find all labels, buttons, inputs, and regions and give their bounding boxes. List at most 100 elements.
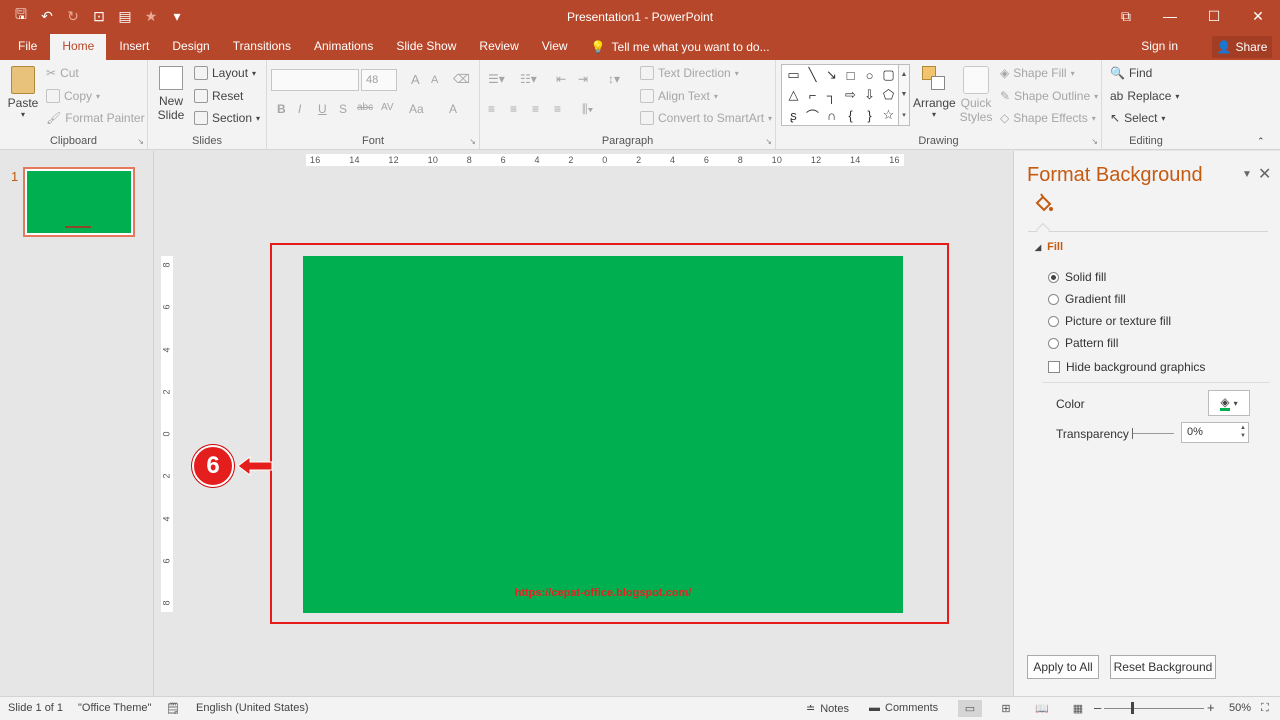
align-right-icon[interactable]: ≡ <box>532 102 539 116</box>
grow-font-icon[interactable]: A <box>411 72 420 87</box>
paste-button[interactable]: Paste ▾ <box>6 66 40 119</box>
oval-shape-icon[interactable]: ○ <box>860 65 879 85</box>
cut-button[interactable]: ✂ Cut <box>46 66 79 80</box>
close-icon[interactable]: ✕ <box>1236 0 1280 32</box>
change-case-button[interactable]: Aa <box>409 102 424 116</box>
format-painter-button[interactable]: 🖌 Format Painter <box>46 111 145 125</box>
convert-smartart-button[interactable]: Convert to SmartArt ▾ <box>640 111 772 125</box>
picture-fill-option[interactable]: Picture or texture fill <box>1048 314 1171 328</box>
ribbon-display-options-icon[interactable]: ⧉ <box>1104 0 1148 32</box>
rounded-rect-shape-icon[interactable]: ▢ <box>879 65 898 85</box>
copy-button[interactable]: Copy ▾ <box>46 89 100 103</box>
gradient-fill-option[interactable]: Gradient fill <box>1048 292 1126 306</box>
shape-outline-button[interactable]: ✎ Shape Outline ▾ <box>1000 89 1098 103</box>
zoom-in-button[interactable]: + <box>1207 700 1215 715</box>
collapse-ribbon-icon[interactable]: ⌃ <box>1257 136 1265 147</box>
quick-styles-button[interactable]: Quick Styles <box>957 66 995 124</box>
section-button[interactable]: Section ▾ <box>194 111 260 125</box>
pattern-fill-radio[interactable] <box>1048 337 1059 349</box>
font-size-box[interactable]: 48 <box>361 69 397 91</box>
clear-formatting-icon[interactable]: ⌫ <box>453 72 470 86</box>
sign-in-link[interactable]: Sign in <box>1141 39 1178 53</box>
tab-slide-show[interactable]: Slide Show <box>386 34 466 60</box>
connector-shape-icon[interactable]: ┐ <box>822 85 841 105</box>
character-spacing-button[interactable]: AV <box>381 102 394 113</box>
tab-design[interactable]: Design <box>162 34 219 60</box>
reset-button[interactable]: Reset <box>194 89 243 103</box>
tab-insert[interactable]: Insert <box>109 34 159 60</box>
proofing-icon[interactable]: 🗒 <box>166 702 180 715</box>
decrease-indent-icon[interactable]: ⇤ <box>556 72 566 86</box>
find-button[interactable]: 🔍 Find <box>1110 66 1152 80</box>
bullets-icon[interactable]: ☰▾ <box>488 72 505 86</box>
tab-home[interactable]: Home <box>50 34 107 60</box>
fill-bucket-icon[interactable] <box>1032 193 1054 215</box>
left-brace-shape-icon[interactable]: { <box>841 105 860 125</box>
scroll-down-icon[interactable]: ▼ <box>901 91 908 98</box>
comments-button[interactable]: ▬ Comments <box>869 702 938 714</box>
slide-sorter-view-icon[interactable]: ⊞ <box>994 700 1018 717</box>
increase-indent-icon[interactable]: ⇥ <box>578 72 588 86</box>
elbow-shape-icon[interactable]: ⌐ <box>803 85 822 105</box>
down-arrow-shape-icon[interactable]: ⇩ <box>860 85 879 105</box>
shadow-button[interactable]: S <box>339 102 347 116</box>
minimize-icon[interactable]: — <box>1148 0 1192 32</box>
curve-shape-icon[interactable]: ⌒ <box>803 105 822 125</box>
more-shapes-icon[interactable]: ▾ <box>902 111 906 119</box>
arc-shape-icon[interactable]: ∩ <box>822 105 841 125</box>
shrink-font-icon[interactable]: A <box>431 74 438 86</box>
solid-fill-option[interactable]: Solid fill <box>1048 270 1106 284</box>
layout-button[interactable]: Layout ▾ <box>194 66 256 80</box>
reading-view-icon[interactable]: 📖 <box>1030 700 1054 717</box>
arrow-line-shape-icon[interactable]: ↘ <box>822 65 841 85</box>
bold-button[interactable]: B <box>277 102 286 116</box>
font-name-box[interactable] <box>271 69 359 91</box>
gradient-fill-radio[interactable] <box>1048 293 1059 305</box>
star-shape-icon[interactable]: ☆ <box>879 105 898 125</box>
right-arrow-shape-icon[interactable]: ⇨ <box>841 85 860 105</box>
numbering-icon[interactable]: ☷▾ <box>520 72 537 86</box>
slide-canvas[interactable]: https://cepat-office.blogspot.com/ <box>303 256 903 613</box>
replace-button[interactable]: ab Replace ▾ <box>1110 89 1179 103</box>
zoom-out-button[interactable]: – <box>1094 700 1101 715</box>
freeform-shape-icon[interactable]: ʂ <box>784 105 803 125</box>
fit-to-window-icon[interactable]: ⛶ <box>1261 702 1269 715</box>
reset-background-button[interactable]: Reset Background <box>1110 655 1216 679</box>
picture-fill-radio[interactable] <box>1048 315 1059 327</box>
tab-file[interactable]: File <box>8 34 47 60</box>
arrange-button[interactable]: Arrange ▾ <box>913 66 956 119</box>
paste-dropdown-icon[interactable]: ▾ <box>6 110 40 119</box>
color-picker-button[interactable]: ◈ ▾ <box>1208 390 1250 416</box>
shapes-gallery[interactable]: ▭ ╲ ↘ □ ○ ▢ △ ⌐ ┐ ⇨ ⇩ ⬠ ʂ ⌒ ∩{} ☆ <box>781 64 899 126</box>
font-launcher-icon[interactable]: ↘ <box>469 137 476 146</box>
tab-view[interactable]: View <box>532 34 578 60</box>
zoom-slider[interactable] <box>1104 702 1204 714</box>
language-status[interactable]: English (United States) <box>196 702 309 714</box>
textbox-shape-icon[interactable]: ▭ <box>784 65 803 85</box>
tab-review[interactable]: Review <box>469 34 528 60</box>
apply-to-all-button[interactable]: Apply to All <box>1027 655 1099 679</box>
font-color-button[interactable]: A <box>449 102 457 116</box>
pane-options-chevron-icon[interactable]: ▼ <box>1242 169 1252 180</box>
underline-button[interactable]: U <box>318 102 327 116</box>
transparency-slider[interactable] <box>1132 428 1174 439</box>
normal-view-icon[interactable]: ▭ <box>958 700 982 717</box>
pane-close-icon[interactable]: ✕ <box>1258 164 1271 184</box>
tell-me-search[interactable]: 💡 Tell me what you want to do... <box>581 34 780 60</box>
hide-background-graphics-option[interactable]: Hide background graphics <box>1048 360 1205 374</box>
tab-animations[interactable]: Animations <box>304 34 383 60</box>
zoom-level[interactable]: 50% <box>1229 702 1251 714</box>
right-brace-shape-icon[interactable]: } <box>860 105 879 125</box>
line-spacing-icon[interactable]: ↕▾ <box>608 72 620 86</box>
slide-thumbnail[interactable] <box>23 167 135 237</box>
clipboard-launcher-icon[interactable]: ↘ <box>137 137 144 146</box>
new-slide-button[interactable]: New Slide <box>154 66 188 122</box>
text-direction-button[interactable]: Text Direction ▾ <box>640 66 739 80</box>
italic-button[interactable]: I <box>298 102 301 116</box>
columns-icon[interactable]: ⫼▾ <box>582 102 593 117</box>
maximize-icon[interactable]: ☐ <box>1192 0 1236 32</box>
drawing-launcher-icon[interactable]: ↘ <box>1091 137 1098 146</box>
notes-button[interactable]: ≐ Notes <box>806 702 849 716</box>
share-button[interactable]: 👤 Share <box>1212 36 1272 58</box>
shape-fill-button[interactable]: ◈ Shape Fill ▾ <box>1000 66 1075 80</box>
